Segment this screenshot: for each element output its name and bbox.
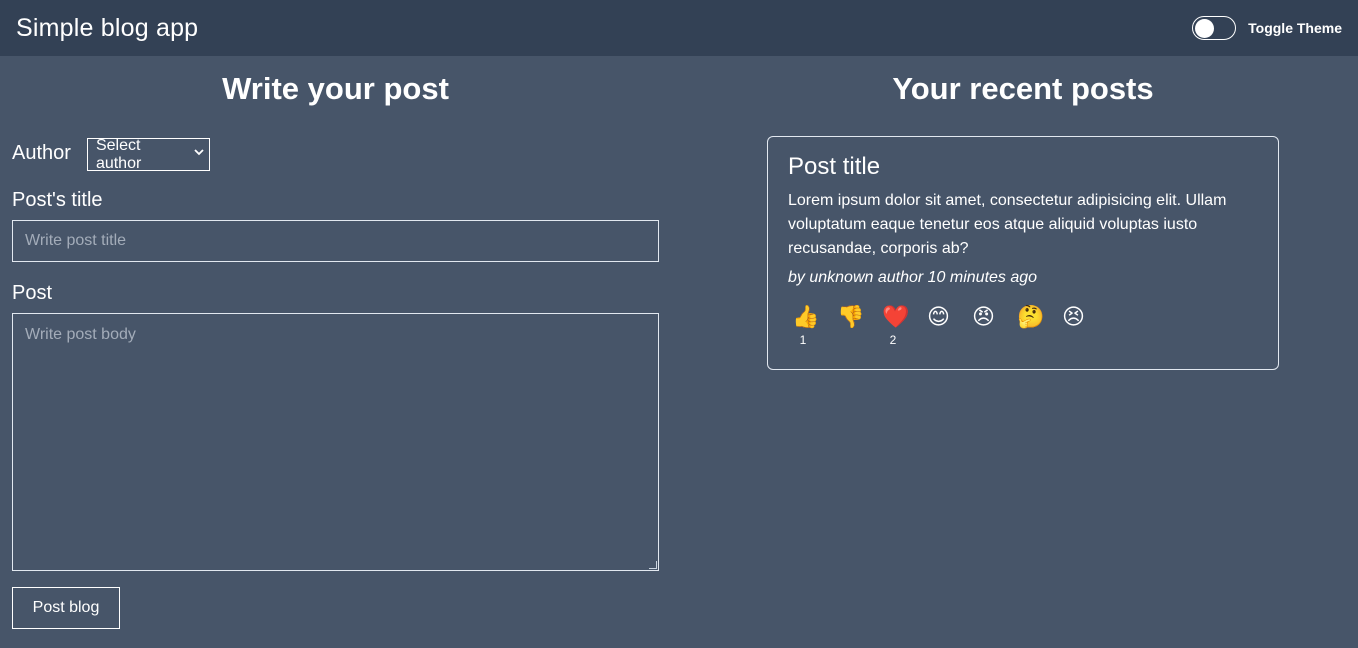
post-form: Write your post Author Select author Pos… — [12, 56, 659, 629]
theme-toggle-switch[interactable] — [1192, 16, 1237, 40]
reaction-thumbs-up[interactable]: 👍 1 — [788, 303, 833, 347]
author-label: Author — [12, 142, 71, 164]
title-input[interactable]: Write post title — [12, 220, 659, 262]
angry-icon: 😠 — [972, 304, 995, 329]
recent-posts: Your recent posts Post title Lorem ipsum… — [690, 56, 1356, 370]
chevron-down-icon — [194, 147, 204, 160]
post-title: Post title — [788, 153, 881, 180]
body-label: Post — [12, 282, 53, 304]
reaction-count: 2 — [889, 333, 897, 347]
theme-toggle[interactable]: Toggle Theme — [1192, 16, 1342, 40]
post-card: Post title Lorem ipsum dolor sit amet, c… — [767, 136, 1279, 370]
author-select-value: Select author — [95, 136, 142, 172]
reaction-thumbs-down[interactable]: 👎 — [833, 303, 878, 347]
posts-heading: Your recent posts — [892, 71, 1154, 106]
author-row: Author Select author — [12, 136, 659, 172]
reaction-sad[interactable]: 😣 — [1058, 303, 1103, 347]
reaction-smile[interactable]: 😊 — [923, 303, 968, 347]
reaction-angry[interactable]: 😠 — [968, 303, 1013, 347]
reaction-thinking[interactable]: 🤔 — [1013, 303, 1058, 347]
author-select[interactable]: Select author — [86, 136, 210, 172]
app-brand[interactable]: Simple blog app — [16, 14, 198, 43]
heart-icon: ❤️ — [882, 304, 910, 329]
title-label: Post's title — [12, 189, 103, 211]
form-heading: Write your post — [222, 71, 449, 106]
sad-icon: 😣 — [1062, 304, 1085, 329]
post-body: Lorem ipsum dolor sit amet, consectetur … — [788, 192, 1227, 257]
reaction-heart[interactable]: ❤️ 2 — [878, 303, 923, 347]
body-placeholder: Write post body — [25, 326, 136, 343]
post-blog-button[interactable]: Post blog — [12, 587, 120, 629]
thumbs-down-icon: 👎 — [837, 304, 865, 329]
body-textarea[interactable]: Write post body — [12, 313, 659, 571]
thinking-icon: 🤔 — [1017, 304, 1045, 329]
post-meta: by unknown author 10 minutes ago — [788, 269, 1038, 286]
theme-toggle-label: Toggle Theme — [1248, 20, 1342, 36]
title-placeholder: Write post title — [25, 232, 127, 249]
toggle-knob — [1195, 18, 1215, 38]
navbar: Simple blog app Toggle Theme — [0, 0, 1358, 56]
resize-handle[interactable] — [649, 561, 657, 569]
smile-icon: 😊 — [927, 304, 950, 329]
reaction-bar: 👍 1 👎 ❤️ 2 😊 😠 🤔 😣 — [788, 303, 1258, 347]
reaction-count: 1 — [799, 333, 807, 347]
thumbs-up-icon: 👍 — [792, 304, 820, 329]
